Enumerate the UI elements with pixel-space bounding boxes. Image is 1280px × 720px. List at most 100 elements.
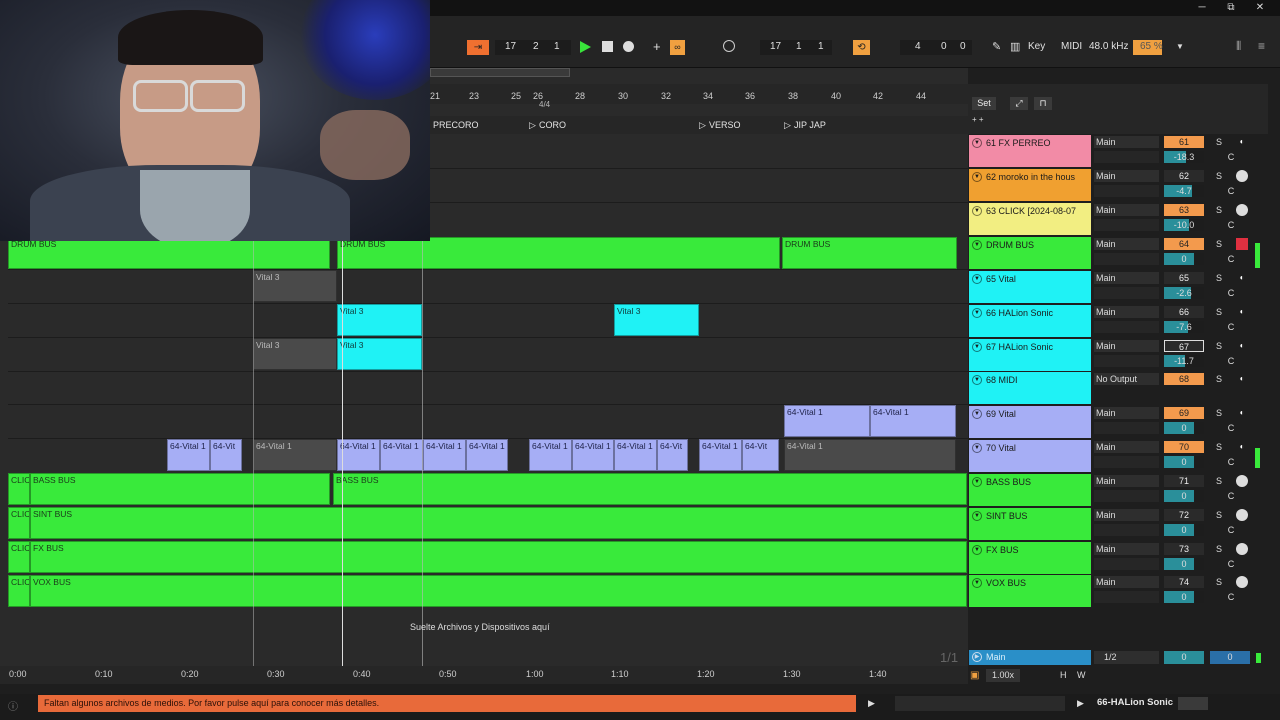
fold-icon[interactable]: ▼: [972, 375, 982, 385]
cue-button[interactable]: C: [1224, 591, 1238, 603]
click-clip[interactable]: CLIC: [8, 473, 30, 505]
track-header-72[interactable]: ▼ SINT BUS: [969, 508, 1091, 540]
solo-button[interactable]: S: [1212, 373, 1226, 385]
solo-button[interactable]: S: [1212, 441, 1226, 453]
vital1-clip[interactable]: 64-Vital 1: [167, 439, 210, 471]
output-select[interactable]: Main: [1094, 204, 1159, 216]
menu-icon[interactable]: ≡: [1258, 39, 1265, 53]
output-channel-select[interactable]: [1094, 185, 1159, 197]
monitor-icon[interactable]: ◐: [1236, 373, 1248, 385]
track-header-71[interactable]: ▼ BASS BUS: [969, 474, 1091, 506]
record-arm-icon[interactable]: [1236, 238, 1248, 250]
lock-icon[interactable]: ⊓: [1034, 97, 1052, 110]
vital3-clip[interactable]: Vital 3: [337, 304, 422, 336]
cue-button[interactable]: C: [1224, 524, 1238, 536]
cue-button[interactable]: C: [1224, 456, 1238, 468]
arm-icon[interactable]: [1236, 204, 1248, 216]
output-channel-select[interactable]: [1094, 591, 1159, 603]
fold-icon[interactable]: ▼: [972, 477, 982, 487]
fold-icon[interactable]: ▼: [972, 443, 982, 453]
fold-icon[interactable]: ▼: [972, 240, 982, 250]
fold-icon[interactable]: ▼: [972, 206, 982, 216]
solo-button[interactable]: S: [1212, 204, 1226, 216]
locator-verso[interactable]: VERSO: [709, 120, 741, 130]
track-header-61[interactable]: ▼ 61 FX PERREO: [969, 135, 1091, 167]
cue-button[interactable]: C: [1224, 185, 1238, 197]
output-channel-select[interactable]: [1094, 321, 1159, 333]
panel-toggle-icon[interactable]: ⦀: [1236, 39, 1241, 54]
solo-button[interactable]: S: [1212, 543, 1226, 555]
monitor-icon[interactable]: ◐: [1236, 441, 1248, 453]
locator-jip-jap[interactable]: JIP JAP: [794, 120, 826, 130]
play-icon[interactable]: ▶: [1077, 698, 1084, 709]
monitor-icon[interactable]: ◐: [1236, 272, 1248, 284]
fold-icon[interactable]: ▼: [972, 172, 982, 182]
keyboard-icon[interactable]: ▥: [1010, 40, 1020, 53]
volume-field[interactable]: 0: [1164, 456, 1204, 468]
solo-button[interactable]: S: [1212, 475, 1226, 487]
output-select[interactable]: Main: [1094, 272, 1159, 284]
solo-button[interactable]: S: [1212, 509, 1226, 521]
cue-button[interactable]: C: [1224, 558, 1238, 570]
locator-precoro[interactable]: PRECORO: [433, 120, 479, 130]
record-icon[interactable]: [623, 41, 634, 52]
track-header-74[interactable]: ▼ VOX BUS: [969, 575, 1091, 607]
fold-icon[interactable]: ▼: [972, 342, 982, 352]
cue-button[interactable]: C: [1224, 490, 1238, 502]
metronome-icon[interactable]: ▣: [970, 670, 979, 681]
output-channel-select[interactable]: [1094, 490, 1159, 502]
key-map-button[interactable]: Key: [1028, 41, 1045, 52]
drum-bus-clip[interactable]: DRUM BUS: [782, 237, 957, 269]
vital1-clip[interactable]: 64-Vital 1: [784, 405, 870, 437]
cue-button[interactable]: C: [1224, 219, 1238, 231]
volume-field[interactable]: 0: [1164, 524, 1204, 536]
track-activator[interactable]: 65: [1164, 272, 1204, 284]
cue-button[interactable]: C: [1224, 422, 1238, 434]
close-button[interactable]: ✕: [1252, 1, 1268, 15]
output-channel-select[interactable]: [1094, 456, 1159, 468]
track-activator[interactable]: 67: [1164, 340, 1204, 352]
locator-marker-icon[interactable]: ▷: [529, 120, 536, 131]
master-pan[interactable]: 0: [1210, 651, 1250, 664]
overview-scrollbar[interactable]: [430, 68, 570, 77]
expand-icon[interactable]: ⤢: [1010, 97, 1028, 110]
output-select[interactable]: Main: [1094, 475, 1159, 487]
track-activator[interactable]: 63: [1164, 204, 1204, 216]
zoom-field[interactable]: 1.00x: [986, 669, 1020, 682]
volume-field[interactable]: -11.7: [1164, 355, 1204, 367]
track-header-70[interactable]: ▼ 70 Vital: [969, 440, 1091, 472]
track-activator[interactable]: 66: [1164, 306, 1204, 318]
solo-button[interactable]: S: [1212, 576, 1226, 588]
loop-switch-icon[interactable]: ⟲: [853, 40, 870, 55]
vital1-clip[interactable]: 64-Vital 1: [614, 439, 657, 471]
vital1-clip[interactable]: 64-Vital 1: [380, 439, 423, 471]
arm-icon[interactable]: [1236, 475, 1248, 487]
vital1-clip[interactable]: 64-Vital 1: [784, 439, 956, 471]
h-button[interactable]: H: [1060, 670, 1067, 680]
vital1-clip[interactable]: 64-Vit: [742, 439, 779, 471]
locator-marker-icon[interactable]: ▷: [784, 120, 791, 131]
fold-icon[interactable]: ▼: [972, 578, 982, 588]
maximize-button[interactable]: ⧉: [1223, 1, 1239, 15]
track-activator[interactable]: 68: [1164, 373, 1204, 385]
vital3-clip[interactable]: Vital 3: [253, 270, 337, 302]
midi-map-button[interactable]: MIDI: [1061, 41, 1082, 52]
arm-icon[interactable]: [1236, 576, 1248, 588]
volume-field[interactable]: -4.7: [1164, 185, 1204, 197]
output-select[interactable]: Main: [1094, 340, 1159, 352]
punch-in-button[interactable]: ⇥: [467, 40, 489, 55]
track-header-63[interactable]: ▼ 63 CLICK [2024-08-07: [969, 203, 1091, 235]
track-activator[interactable]: 64: [1164, 238, 1204, 250]
track-header-64[interactable]: ▼ DRUM BUS: [969, 237, 1091, 269]
solo-button[interactable]: S: [1212, 136, 1226, 148]
bass-bus-clip[interactable]: BASS BUS: [30, 473, 330, 505]
vital3-clip[interactable]: Vital 3: [337, 338, 422, 370]
cue-button[interactable]: C: [1224, 151, 1238, 163]
click-clip[interactable]: CLIC: [8, 507, 30, 539]
vital3-clip[interactable]: Vital 3: [253, 338, 337, 370]
track-header-67[interactable]: ▼ 67 HALion Sonic: [969, 339, 1091, 371]
track-header-62[interactable]: ▼ 62 moroko in the hous: [969, 169, 1091, 201]
play-icon[interactable]: [580, 41, 591, 53]
output-select[interactable]: Main: [1094, 441, 1159, 453]
solo-button[interactable]: S: [1212, 340, 1226, 352]
